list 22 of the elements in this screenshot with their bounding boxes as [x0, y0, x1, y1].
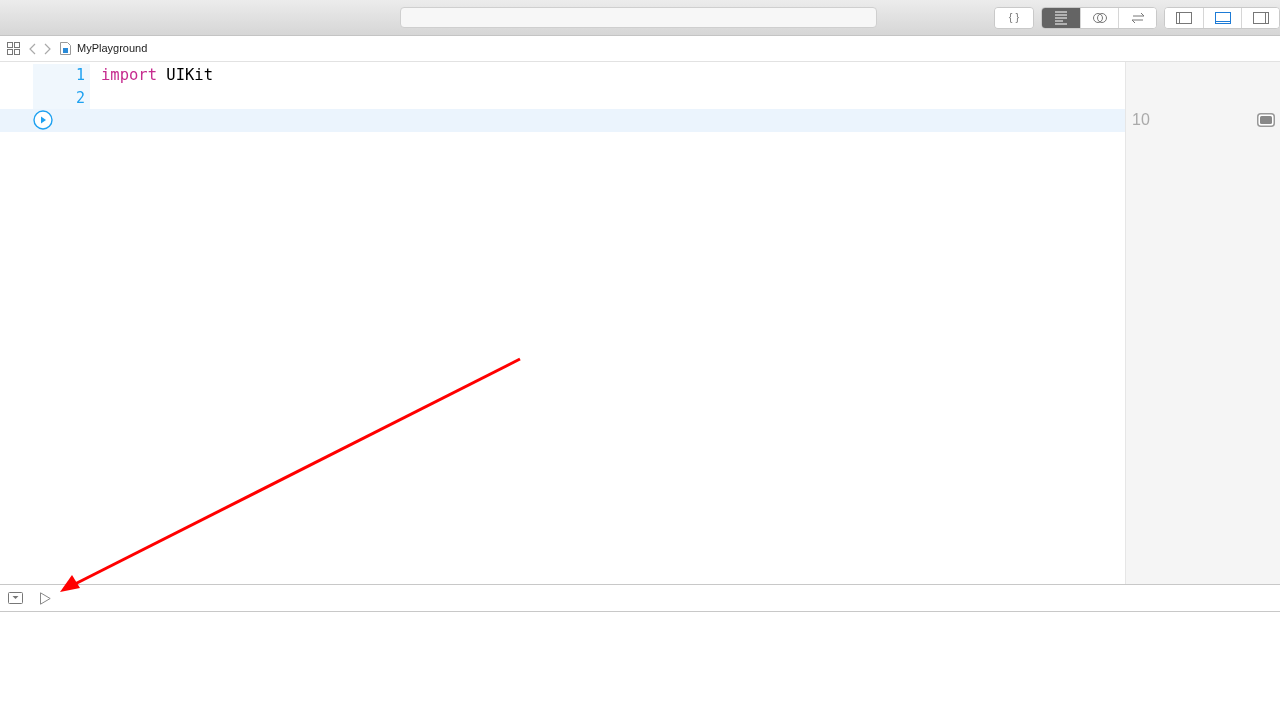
result-value: 10	[1132, 110, 1150, 131]
back-icon[interactable]	[28, 42, 36, 55]
file-icon	[60, 42, 71, 55]
left-panel-icon	[1176, 9, 1192, 26]
forward-icon[interactable]	[44, 42, 52, 55]
editor-mode-control[interactable]	[1041, 6, 1157, 29]
quick-look-icon[interactable]	[1257, 113, 1275, 128]
line-number: 2	[75, 87, 85, 109]
breadcrumb-file[interactable]: MyPlayground	[77, 40, 148, 57]
code-line: import UIKit	[101, 64, 213, 86]
panel-toggle-control[interactable]	[1164, 6, 1280, 29]
run-icon[interactable]	[40, 591, 51, 605]
right-panel-icon	[1252, 9, 1269, 26]
line-number: 1	[75, 65, 85, 86]
grid-icon[interactable]	[7, 42, 20, 55]
bottom-panel-icon	[1214, 9, 1231, 26]
braces-button[interactable]: { }	[995, 7, 1033, 28]
lines-button[interactable]	[1042, 7, 1080, 28]
arrows-button[interactable]	[1118, 7, 1156, 28]
lines-icon	[1053, 9, 1069, 26]
right-panel-button[interactable]	[1241, 7, 1279, 28]
hide-panel-icon[interactable]	[8, 592, 23, 604]
